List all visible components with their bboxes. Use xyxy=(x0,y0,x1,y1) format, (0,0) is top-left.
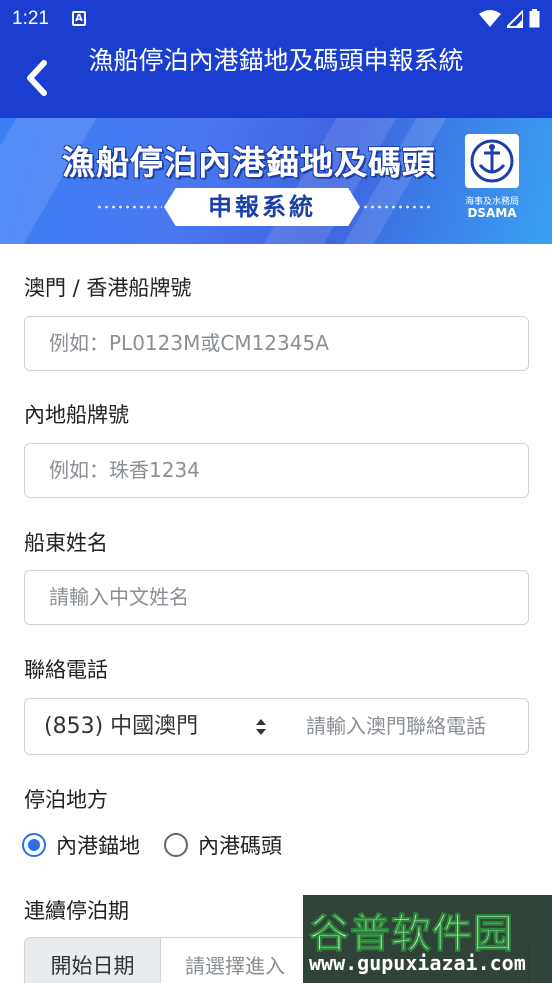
status-time: 1:21 xyxy=(12,8,49,29)
app-bar: 漁船停泊內港錨地及碼頭申報系統 xyxy=(0,38,552,118)
phone-input[interactable]: 請輸入澳門聯絡電話 xyxy=(284,698,529,755)
dsama-logo: 海事及水務局 DSAMA xyxy=(462,134,522,230)
radio-anchorage-label[interactable]: 內港錨地 xyxy=(56,830,140,860)
owner-name-input[interactable]: 請輸入中文姓名 xyxy=(24,570,529,625)
berth-label: 停泊地方 xyxy=(24,788,108,812)
select-arrows-icon xyxy=(256,719,266,735)
plate-macau-hk-label: 澳門 / 香港船牌號 xyxy=(24,276,192,300)
a-badge-icon: A xyxy=(72,11,86,26)
back-button[interactable] xyxy=(14,56,58,100)
phone-label: 聯絡電話 xyxy=(24,658,108,682)
status-icons xyxy=(479,9,540,28)
banner-subtitle: 申報系統 xyxy=(164,188,360,226)
signal-icon xyxy=(507,9,523,28)
battery-icon xyxy=(529,9,540,28)
radio-pier-label[interactable]: 內港碼頭 xyxy=(198,830,282,860)
start-date-input[interactable]: 請選擇進入 xyxy=(185,938,285,983)
berth-options: 內港錨地 內港碼頭 xyxy=(22,830,306,860)
radio-anchorage[interactable] xyxy=(22,833,46,857)
plate-macau-hk-input[interactable]: 例如：PL0123M或CM12345A xyxy=(24,316,529,371)
app-title: 漁船停泊內港錨地及碼頭申報系統 xyxy=(88,46,464,75)
watermark: 谷普软件园 www.gupuxiazai.com xyxy=(303,895,552,983)
plate-mainland-input[interactable]: 例如：珠香1234 xyxy=(24,443,529,498)
banner-dots-left xyxy=(96,204,162,210)
anchor-seal-icon xyxy=(465,134,519,188)
period-label: 連續停泊期 xyxy=(24,899,129,923)
start-date-addon: 開始日期 xyxy=(25,938,161,983)
banner-title: 漁船停泊內港錨地及碼頭 xyxy=(62,143,436,182)
owner-name-label: 船東姓名 xyxy=(24,531,108,555)
watermark-url: www.gupuxiazai.com xyxy=(309,951,526,975)
plate-mainland-label: 內地船牌號 xyxy=(24,403,129,427)
radio-pier[interactable] xyxy=(164,833,188,857)
banner: 漁船停泊內港錨地及碼頭 申報系統 海事及水務局 DSAMA xyxy=(0,118,552,244)
region-select[interactable]: (853) 中國澳門 xyxy=(24,698,285,755)
wifi-icon xyxy=(479,9,501,27)
region-select-value: (853) 中國澳門 xyxy=(44,714,199,739)
status-bar: 1:21 A xyxy=(0,0,552,38)
banner-dots-right xyxy=(362,204,430,210)
logo-en-text: DSAMA xyxy=(467,206,517,220)
chevron-left-icon xyxy=(27,60,47,96)
